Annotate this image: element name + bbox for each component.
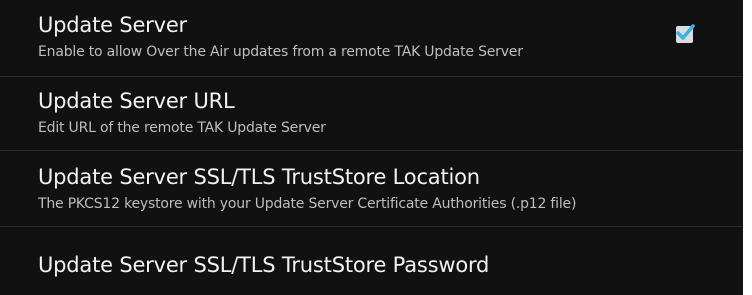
update-server-checkbox[interactable]: [676, 24, 695, 43]
pref-update-server-summary: Enable to allow Over the Air updates fro…: [38, 44, 523, 60]
pref-truststore-location-summary: The PKCS12 keystore with your Update Ser…: [38, 196, 577, 212]
pref-truststore-location[interactable]: Update Server SSL/TLS TrustStore Locatio…: [0, 151, 743, 225]
pref-truststore-location-title: Update Server SSL/TLS TrustStore Locatio…: [38, 165, 480, 189]
pref-truststore-password-title: Update Server SSL/TLS TrustStore Passwor…: [38, 253, 490, 277]
checkmark-icon: [676, 24, 695, 40]
pref-update-server-url-summary: Edit URL of the remote TAK Update Server: [38, 120, 326, 136]
pref-update-server[interactable]: Update Server Enable to allow Over the A…: [0, 0, 743, 75]
settings-screen: Update Server Enable to allow Over the A…: [0, 0, 752, 295]
pref-update-server-title: Update Server: [38, 13, 187, 37]
pref-update-server-url-title: Update Server URL: [38, 89, 235, 113]
pref-truststore-password[interactable]: Update Server SSL/TLS TrustStore Passwor…: [0, 227, 743, 295]
preferences-list: Update Server Enable to allow Over the A…: [0, 0, 743, 295]
pref-update-server-url[interactable]: Update Server URL Edit URL of the remote…: [0, 77, 743, 150]
